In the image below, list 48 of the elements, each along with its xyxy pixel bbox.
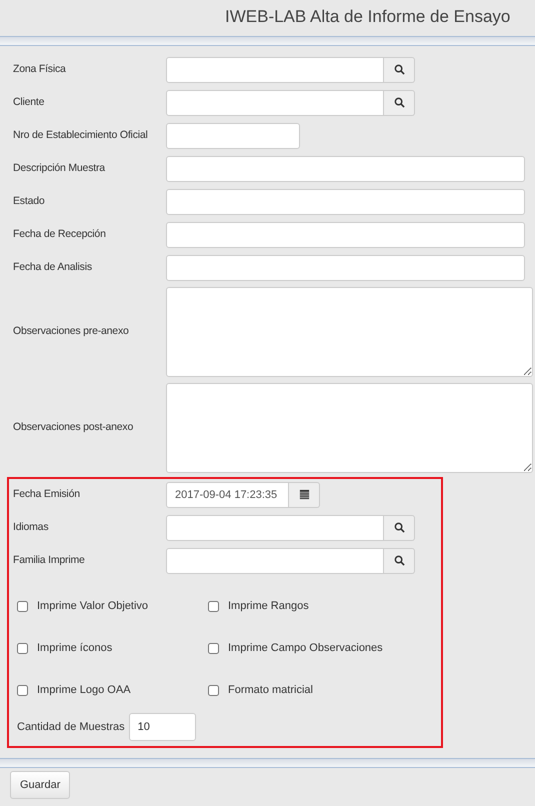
calendar-button[interactable] [289,482,320,508]
input-field[interactable] [166,548,384,574]
field-label: Fecha Emisión [13,486,81,502]
input-field[interactable] [166,56,384,82]
field-label: Zona Física [13,62,67,77]
calendar-icon [298,489,310,500]
input-field[interactable] [166,188,525,214]
checkbox-label: Formato matricial [228,682,313,698]
search-button[interactable] [384,514,415,540]
checkbox-label: Imprime Campo Observaciones [228,640,383,656]
checkbox[interactable] [17,642,28,654]
field-label: Familia Imprime [13,552,86,568]
input-field[interactable]: 10 [128,713,196,741]
input-field[interactable] [166,222,525,248]
field-label: Fecha de Recepción [13,226,107,242]
input-field[interactable] [166,156,525,182]
input-field[interactable] [166,90,384,116]
search-icon [394,522,404,533]
search-icon [394,64,404,75]
search-icon [394,555,404,566]
checkbox[interactable] [17,600,28,612]
field-label: Idiomas [13,520,50,535]
checkbox[interactable] [208,600,219,612]
field-label: Cantidad de Muestras [17,720,125,735]
search-button[interactable] [384,548,415,574]
search-button[interactable] [384,56,415,82]
field-label: Fecha de Analisis [13,260,93,275]
checkbox[interactable] [208,642,219,654]
search-icon [394,97,404,108]
checkbox[interactable] [17,684,28,696]
field-label: Observaciones post-anexo [13,420,134,436]
checkbox[interactable] [208,684,219,696]
field-label: Estado [13,194,46,209]
checkbox-label: Imprime íconos [37,640,112,656]
search-button[interactable] [384,90,415,116]
page-title: IWEB-LAB Alta de Informe de Ensayo [225,6,510,28]
input-field[interactable] [166,122,300,148]
checkbox-label: Imprime Logo OAA [37,682,131,698]
field-label: Observaciones pre-anexo [13,324,130,340]
field-label: Nro de Establecimiento Oficial [13,128,149,143]
checkbox-label: Imprime Valor Objetivo [37,598,148,614]
checkbox-label: Imprime Rangos [228,598,309,614]
input-field[interactable] [166,514,384,540]
field-label: Cliente [13,94,46,110]
input-field[interactable] [166,254,525,280]
save-button[interactable]: Guardar [10,771,70,799]
field-label: Descripción Muestra [13,160,106,176]
date-field[interactable]: 2017-09-04 17:23:35 [166,482,289,508]
